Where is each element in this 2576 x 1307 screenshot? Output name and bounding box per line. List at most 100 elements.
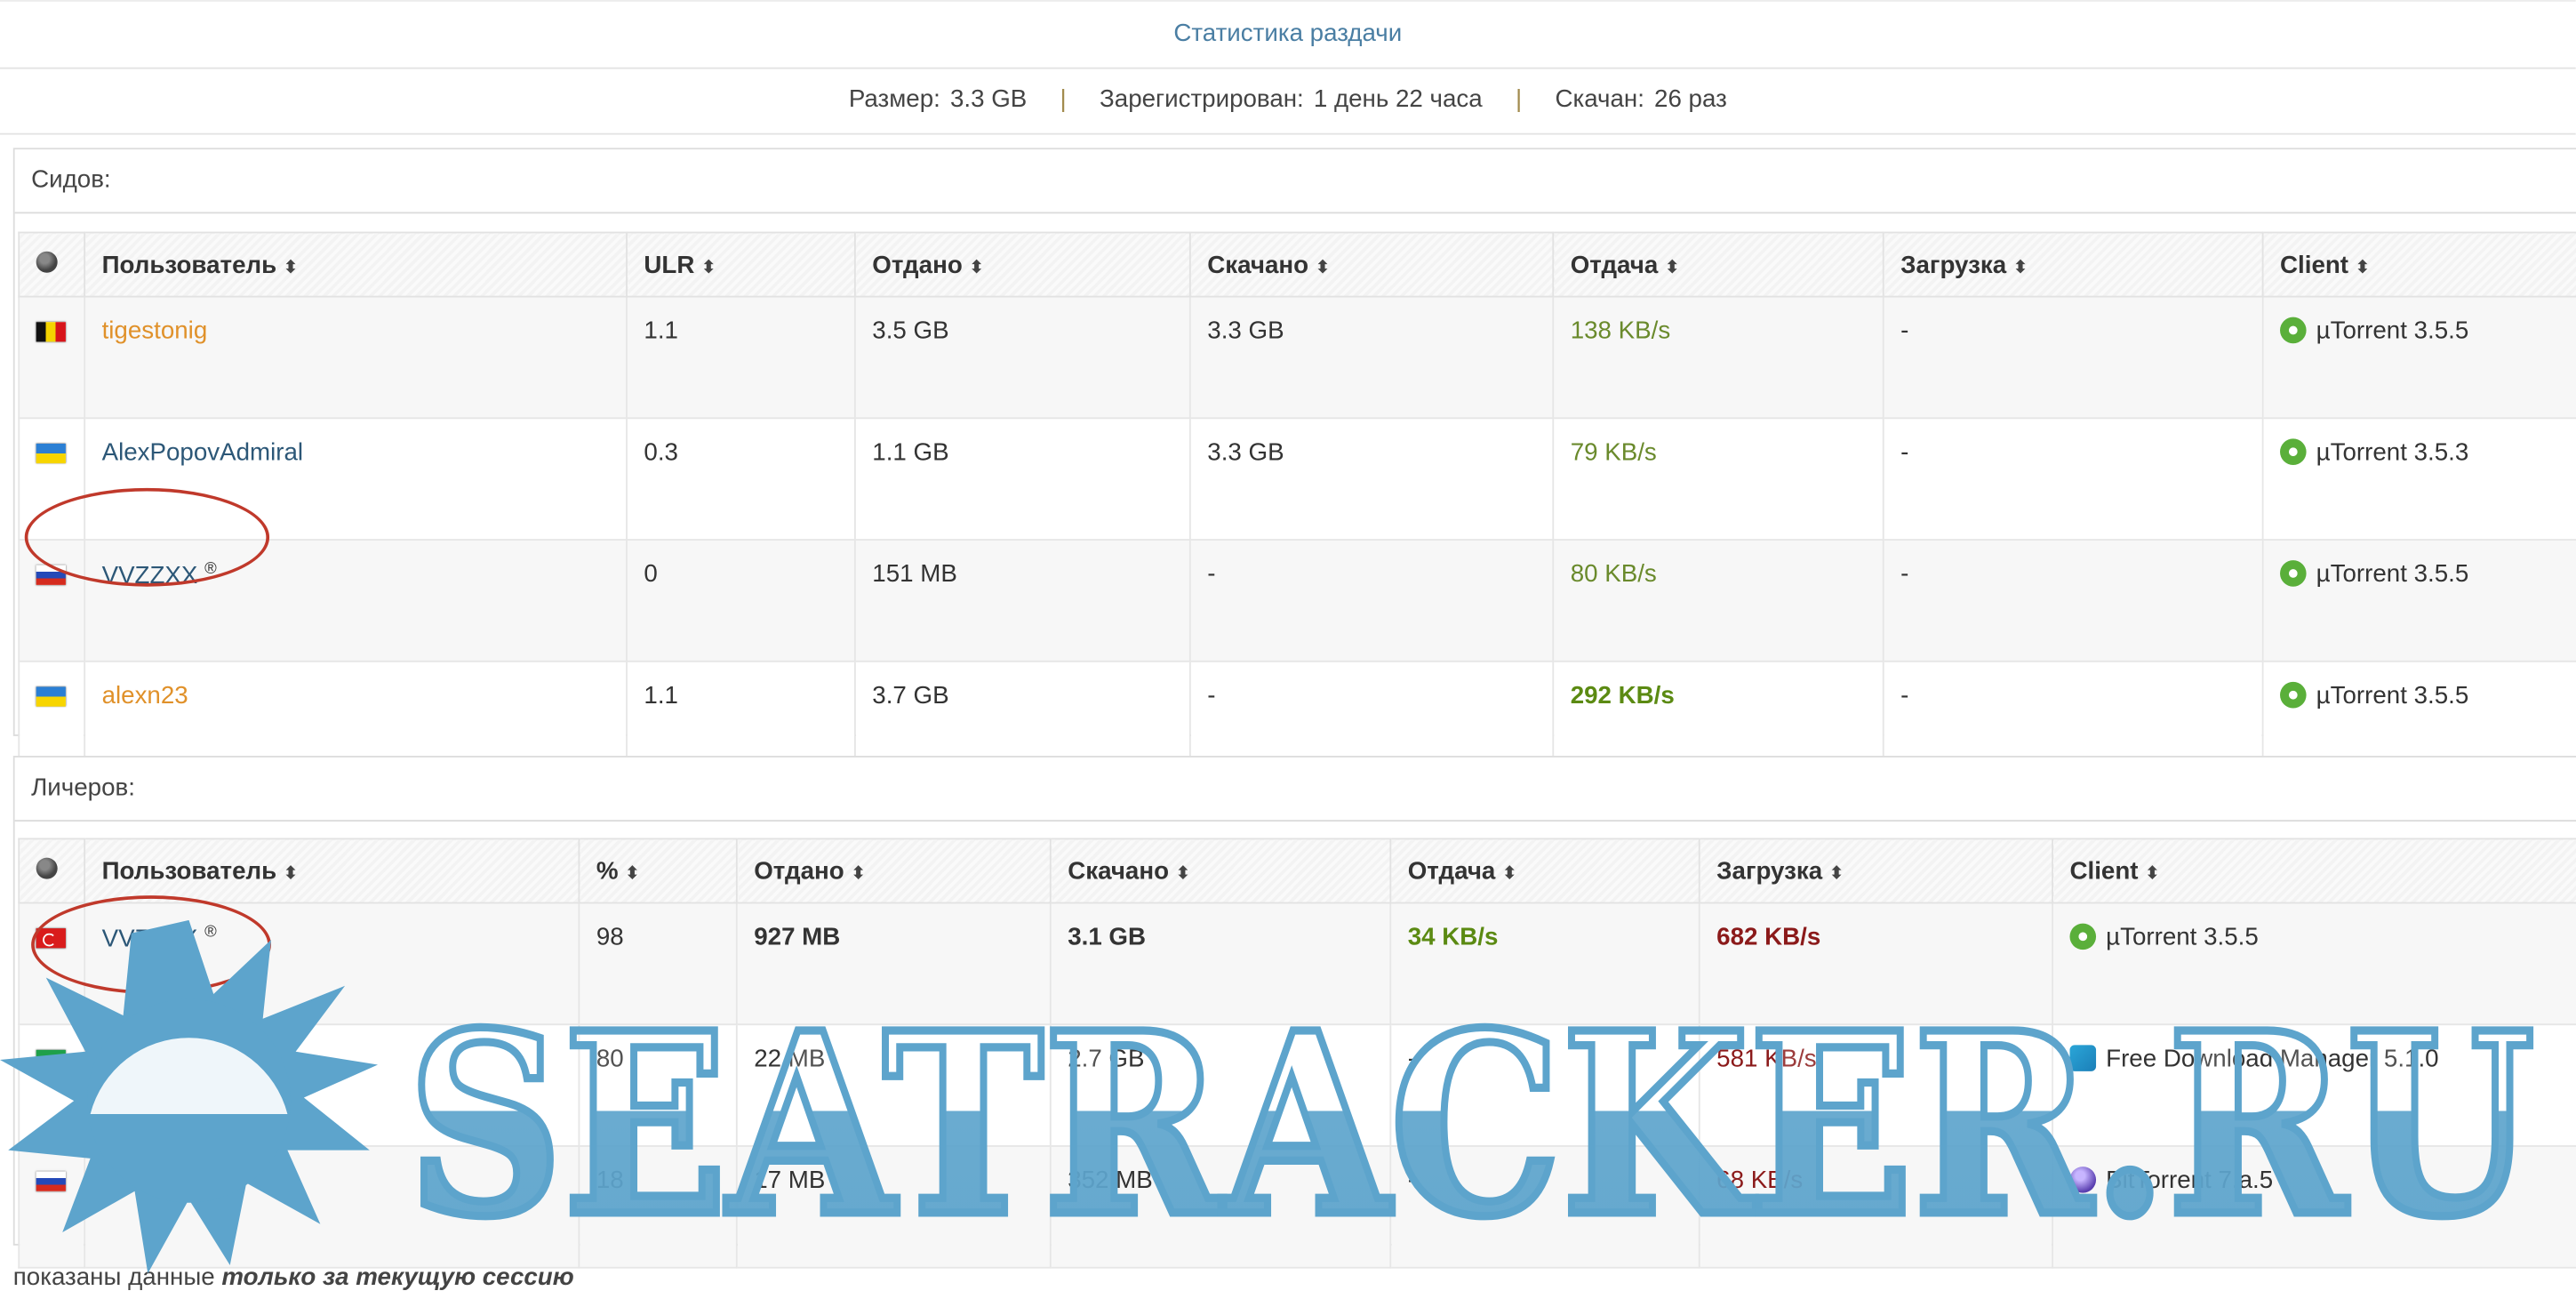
- uploaded-cell: 927 MB: [735, 902, 1052, 1026]
- downloaded-cell: 2.7 GB: [1049, 1023, 1392, 1147]
- user-link[interactable]: garry69: [102, 1167, 186, 1194]
- sort-updown-icon[interactable]: ⬍: [2355, 257, 2370, 277]
- ulr-cell: 0: [626, 539, 856, 662]
- downloaded-cell: -: [1188, 539, 1555, 662]
- percent-cell: 80: [578, 1023, 738, 1147]
- table-row: andery1987bos 80 22 MB 2.7 GB - 581 KB/s…: [18, 1023, 2576, 1147]
- column-header-user[interactable]: Пользователь ⬍: [84, 231, 628, 298]
- column-header-download-speed[interactable]: Загрузка ⬍: [1882, 231, 2264, 298]
- flag-iran-icon: [36, 1049, 66, 1070]
- column-label: Скачано: [1207, 250, 1309, 279]
- download-speed-cell: 581 KB/s: [1698, 1023, 2054, 1147]
- column-header-uploaded[interactable]: Отдано ⬍: [735, 838, 1052, 904]
- registered-value: 1 день 22 часа: [1313, 85, 1483, 114]
- sort-updown-icon[interactable]: ⬍: [1829, 863, 1844, 883]
- sort-updown-icon[interactable]: ⬍: [1665, 257, 1680, 277]
- flag-russia-icon: [36, 1171, 66, 1191]
- user-link[interactable]: AlexPopovAdmiral: [102, 438, 303, 466]
- downloaded-cell: 3.1 GB: [1049, 902, 1392, 1026]
- column-label: Скачано: [1068, 856, 1170, 886]
- user-link[interactable]: VVZZXX: [102, 925, 198, 952]
- sort-updown-icon[interactable]: ⬍: [284, 257, 299, 277]
- downloaded-cell: 3.3 GB: [1188, 417, 1555, 541]
- client-name: BitTorrent 7.a.5: [2106, 1167, 2274, 1195]
- column-header-client[interactable]: Client ⬍: [2261, 231, 2576, 298]
- flag-ukraine-icon: [36, 443, 66, 464]
- upload-speed-cell: 80 KB/s: [1552, 539, 1884, 662]
- download-speed-cell: -: [1882, 417, 2264, 541]
- utorrent-icon: [2280, 681, 2307, 709]
- column-header-download-speed[interactable]: Загрузка ⬍: [1698, 838, 2054, 904]
- column-label: Отдано: [872, 250, 963, 279]
- sort-updown-icon[interactable]: ⬍: [1502, 863, 1517, 883]
- user-cell: andery1987bos: [84, 1023, 580, 1147]
- sort-updown-icon[interactable]: ⬍: [969, 257, 984, 277]
- ulr-cell: 1.1: [626, 295, 856, 420]
- size-label: Размер:: [848, 85, 940, 114]
- bittorrent-icon: [2069, 1167, 2097, 1193]
- download-speed-cell: -: [1882, 539, 2264, 662]
- column-header-upload-speed[interactable]: Отдача ⬍: [1552, 231, 1884, 298]
- column-label: Client: [2069, 856, 2139, 886]
- column-header-ulr[interactable]: ULR ⬍: [626, 231, 856, 298]
- sort-updown-icon[interactable]: ⬍: [625, 863, 640, 883]
- column-header-user[interactable]: Пользователь ⬍: [84, 838, 580, 904]
- flag-cell: [18, 902, 86, 1026]
- sort-updown-icon[interactable]: ⬍: [1315, 257, 1330, 277]
- downloaded-cell: 352 MB: [1049, 1145, 1392, 1269]
- utorrent-icon: [2069, 923, 2097, 950]
- percent-cell: 18: [578, 1145, 738, 1269]
- column-header-downloaded[interactable]: Скачано ⬍: [1049, 838, 1392, 904]
- flag-cell: [18, 539, 86, 662]
- seeders-heading: Сидов:: [14, 149, 2576, 214]
- client-cell: µTorrent 3.5.3: [2261, 417, 2576, 541]
- stage: Статистика раздачи Размер: 3.3 GB | Зарег…: [0, 0, 2576, 1306]
- column-label: Client: [2280, 250, 2349, 279]
- session-note: показаны данные только за текущую сессию: [13, 1263, 574, 1291]
- sort-updown-icon[interactable]: ⬍: [701, 257, 716, 277]
- country-column-header: [18, 231, 86, 298]
- flag-ukraine-icon: [36, 686, 66, 707]
- download-speed-cell: -: [1882, 295, 2264, 420]
- utorrent-icon: [2280, 560, 2307, 587]
- seeders-header-row: Пользователь ⬍ ULR ⬍ Отдано ⬍ Скачано ⬍ Отда…: [18, 231, 2576, 298]
- flag-cell: [18, 1145, 86, 1269]
- sort-updown-icon[interactable]: ⬍: [2013, 257, 2028, 277]
- column-header-client[interactable]: Client ⬍: [2052, 838, 2576, 904]
- size-value: 3.3 GB: [949, 85, 1028, 114]
- uploaded-cell: 1.1 GB: [853, 417, 1191, 541]
- client-cell: µTorrent 3.5.5: [2052, 902, 2576, 1026]
- leechers-heading: Личеров:: [14, 757, 2576, 822]
- stats-title-bar: Статистика раздачи: [0, 0, 2576, 69]
- user-link[interactable]: andery1987bos: [102, 1045, 272, 1072]
- sort-updown-icon[interactable]: ⬍: [1175, 863, 1190, 883]
- column-header-downloaded[interactable]: Скачано ⬍: [1188, 231, 1555, 298]
- user-cell: garry69: [84, 1145, 580, 1269]
- country-column-header: [18, 838, 86, 904]
- client-name: µTorrent 3.5.5: [2106, 923, 2259, 951]
- column-header-uploaded[interactable]: Отдано ⬍: [853, 231, 1191, 298]
- user-link[interactable]: VVZZXX: [102, 562, 198, 589]
- sort-updown-icon[interactable]: ⬍: [284, 863, 299, 883]
- uploaded-cell: 3.5 GB: [853, 295, 1191, 420]
- client-name: µTorrent 3.5.5: [2316, 317, 2469, 346]
- column-header-percent[interactable]: % ⬍: [578, 838, 738, 904]
- flag-cell: [18, 1023, 86, 1147]
- session-note-emphasis: только за текущую сессию: [221, 1263, 574, 1292]
- page-title[interactable]: Статистика раздачи: [1173, 20, 1402, 47]
- download-speed-cell: 682 KB/s: [1698, 902, 2054, 1026]
- downloaded-cell: 3.3 GB: [1188, 295, 1555, 420]
- column-label: ULR: [644, 250, 695, 279]
- column-label: Отдача: [1570, 250, 1659, 279]
- column-label: %: [596, 856, 619, 886]
- column-label: Пользователь: [101, 250, 277, 279]
- column-header-upload-speed[interactable]: Отдача ⬍: [1389, 838, 1700, 904]
- column-label: Загрузка: [1716, 856, 1823, 886]
- upload-speed-cell: -: [1389, 1145, 1700, 1269]
- sort-updown-icon[interactable]: ⬍: [2145, 863, 2160, 883]
- download-speed-cell: 68 KB/s: [1698, 1145, 2054, 1269]
- sort-updown-icon[interactable]: ⬍: [851, 863, 866, 883]
- user-link[interactable]: tigestonig: [102, 317, 208, 345]
- user-link[interactable]: alexn23: [102, 682, 188, 710]
- free-download-manager-icon: [2069, 1045, 2097, 1071]
